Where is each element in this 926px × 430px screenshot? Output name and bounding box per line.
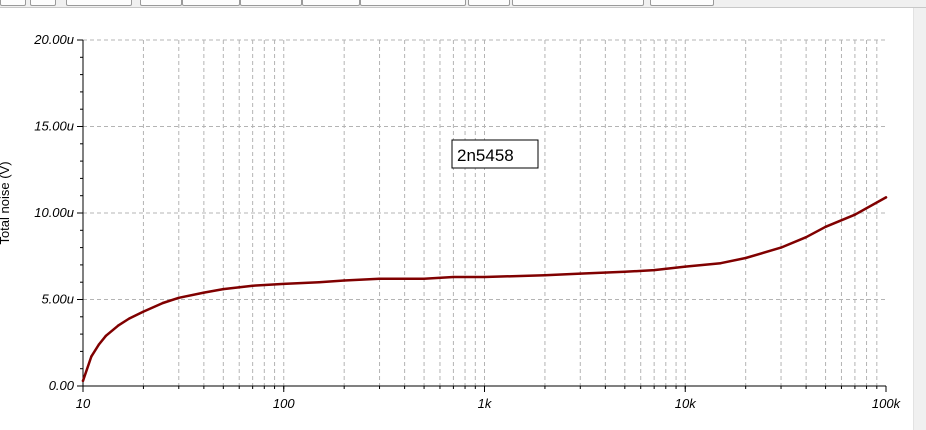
data-point [117, 324, 120, 327]
x-tick-label: 10k [675, 396, 697, 411]
data-point [81, 379, 85, 383]
data-point [579, 272, 582, 275]
data-point [142, 310, 145, 313]
chart-axes: 0.00 5.00u 10.00u 15.00u 20.00u 10 100 1k 10k 100… [33, 32, 901, 411]
data-point [483, 275, 486, 279]
grid-lines [83, 39, 886, 386]
x-tick-label: 1k [478, 396, 493, 411]
y-axis-title: Total noise (V) [0, 161, 12, 244]
data-point [222, 287, 225, 291]
data-point [804, 236, 808, 239]
data-point [422, 277, 426, 280]
x-tick-label: 100k [872, 396, 902, 411]
data-point [317, 281, 321, 284]
data-point [719, 261, 722, 265]
data-point [161, 301, 165, 305]
x-tick-label: 100 [273, 396, 295, 411]
data-point [342, 279, 346, 282]
data-point [97, 343, 101, 346]
data-point [744, 256, 747, 260]
data-point [282, 282, 285, 286]
chart-plot: 0.00 5.00u 10.00u 15.00u 20.00u 10 100 1k 10k 100… [0, 32, 902, 411]
data-point [853, 213, 857, 216]
data-point [202, 291, 206, 294]
data-point [177, 296, 180, 299]
x-tick-label: 10 [76, 396, 91, 411]
data-point [90, 355, 93, 358]
data-point [543, 274, 547, 277]
data-point [452, 275, 455, 279]
legend-box: 2n5458 [451, 139, 539, 169]
legend-label: 2n5458 [457, 146, 514, 165]
data-point [378, 277, 381, 280]
data-point [251, 284, 254, 287]
y-tick-label: 5.00u [41, 292, 74, 307]
data-point [884, 196, 888, 199]
data-point [128, 317, 131, 320]
y-tick-label: 10.00u [34, 205, 74, 220]
data-point [684, 265, 687, 268]
data-point [652, 268, 656, 272]
data-point [104, 334, 108, 338]
y-tick-label: 20.00u [33, 32, 74, 47]
data-point [779, 246, 783, 249]
y-tick-label: 15.00u [34, 119, 74, 134]
data-point [623, 270, 627, 274]
data-point [824, 225, 827, 229]
y-tick-label: 0.00 [49, 378, 75, 393]
